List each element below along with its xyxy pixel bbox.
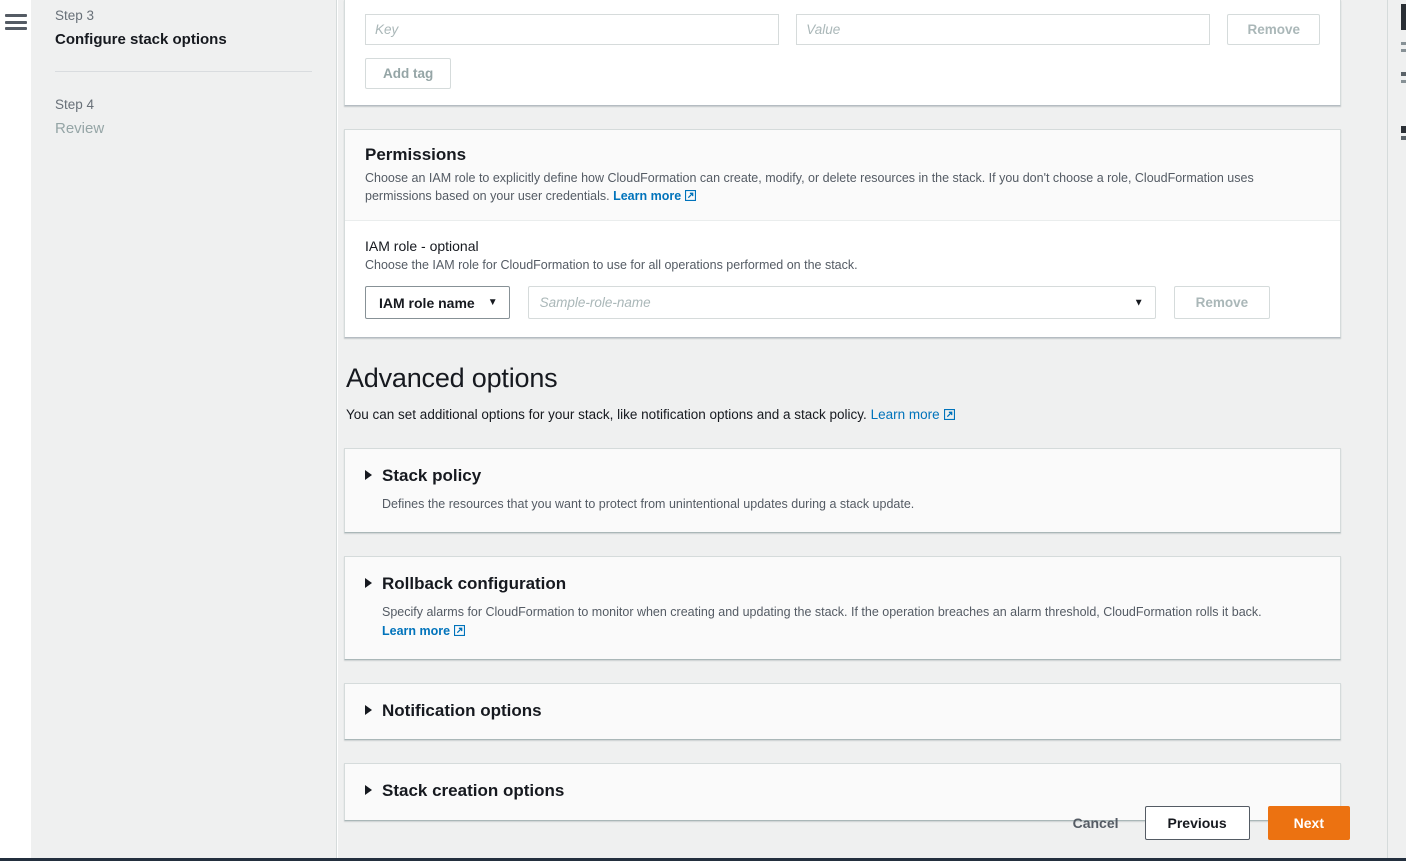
help-rail-content-fragment xyxy=(1401,42,1406,45)
help-rail-content-fragment xyxy=(1401,126,1406,133)
stack-policy-description: Defines the resources that you want to p… xyxy=(382,495,1302,514)
rollback-learn-more-link[interactable]: Learn more xyxy=(382,624,450,638)
help-rail-content-fragment xyxy=(1401,80,1406,83)
iam-role-type-select[interactable]: IAM role name ▼ xyxy=(365,286,510,319)
permissions-card: Permissions Choose an IAM role to explic… xyxy=(344,129,1341,338)
tags-card: Remove Add tag xyxy=(344,0,1341,106)
wizard-step-divider xyxy=(55,71,312,72)
stack-creation-options-toggle[interactable]: Stack creation options xyxy=(365,781,1320,801)
wizard-step-3-title: Configure stack options xyxy=(55,26,312,52)
advanced-learn-more-label: Learn more xyxy=(871,407,940,422)
permissions-body: IAM role - optional Choose the IAM role … xyxy=(345,221,1340,338)
help-rail-content-fragment xyxy=(1401,72,1406,76)
wizard-step-4-title: Review xyxy=(55,115,312,141)
add-tag-button[interactable]: Add tag xyxy=(365,58,451,89)
rollback-configuration-title: Rollback configuration xyxy=(382,574,566,594)
chevron-down-icon: ▼ xyxy=(1134,297,1144,308)
external-link-icon xyxy=(944,406,955,417)
stack-policy-section: Stack policy Defines the resources that … xyxy=(344,448,1341,533)
triangle-right-icon xyxy=(365,705,372,715)
rollback-configuration-section: Rollback configuration Specify alarms fo… xyxy=(344,556,1341,660)
chevron-down-icon: ▼ xyxy=(488,298,498,308)
rollback-configuration-description: Specify alarms for CloudFormation to mon… xyxy=(382,603,1302,641)
hamburger-bar xyxy=(5,21,27,24)
permissions-description-text: Choose an IAM role to explicitly define … xyxy=(365,171,1254,203)
iam-role-row: IAM role name ▼ Sample-role-name ▼ Remov… xyxy=(365,286,1320,319)
hamburger-menu-icon[interactable] xyxy=(5,14,27,30)
tag-value-input[interactable] xyxy=(796,14,1210,45)
iam-role-name-placeholder: Sample-role-name xyxy=(540,295,651,310)
next-button[interactable]: Next xyxy=(1268,806,1350,840)
permissions-title: Permissions xyxy=(365,144,1320,165)
help-rail-content-fragment xyxy=(1401,49,1406,52)
wizard-steps-sidebar: Step 3 Configure stack options Step 4 Re… xyxy=(31,0,337,858)
rollback-learn-more-label: Learn more xyxy=(382,624,450,638)
external-link-icon xyxy=(685,188,696,199)
previous-button[interactable]: Previous xyxy=(1145,806,1250,840)
rollback-configuration-toggle[interactable]: Rollback configuration xyxy=(365,574,1320,594)
hamburger-bar xyxy=(5,14,27,17)
permissions-learn-more-link[interactable]: Learn more xyxy=(613,189,681,203)
cloudformation-configure-stack-options-page: Step 3 Configure stack options Step 4 Re… xyxy=(0,0,1406,861)
stack-policy-title: Stack policy xyxy=(382,466,481,486)
tag-row: Remove xyxy=(365,14,1320,45)
advanced-options-subtitle-text: You can set additional options for your … xyxy=(346,407,867,422)
tag-key-input[interactable] xyxy=(365,14,779,45)
content-column: Remove Add tag Permissions Choose an IAM… xyxy=(344,0,1341,844)
notification-options-title: Notification options xyxy=(382,701,542,721)
permissions-header: Permissions Choose an IAM role to explic… xyxy=(345,130,1340,221)
notification-options-toggle[interactable]: Notification options xyxy=(365,701,1320,721)
help-panel-rail[interactable] xyxy=(1387,0,1406,858)
help-rail-content-fragment xyxy=(1401,136,1406,140)
iam-role-type-value: IAM role name xyxy=(379,295,475,311)
wizard-step-3[interactable]: Step 3 Configure stack options xyxy=(55,0,312,51)
iam-role-description: Choose the IAM role for CloudFormation t… xyxy=(365,257,1320,275)
permissions-learn-more-label: Learn more xyxy=(613,189,681,203)
wizard-step-3-label: Step 3 xyxy=(55,0,312,26)
advanced-options-heading: Advanced options xyxy=(346,362,1341,394)
triangle-right-icon xyxy=(365,578,372,588)
remove-iam-role-button[interactable]: Remove xyxy=(1174,286,1271,319)
wizard-step-4-label: Step 4 xyxy=(55,89,312,115)
triangle-right-icon xyxy=(365,470,372,480)
help-rail-content-fragment xyxy=(1401,4,1406,30)
stack-creation-options-title: Stack creation options xyxy=(382,781,564,801)
stack-policy-toggle[interactable]: Stack policy xyxy=(365,466,1320,486)
wizard-footer-actions: Cancel Previous Next xyxy=(338,806,1350,840)
notification-options-section: Notification options xyxy=(344,683,1341,740)
triangle-right-icon xyxy=(365,785,372,795)
advanced-learn-more-link[interactable]: Learn more xyxy=(871,407,940,422)
iam-role-label: IAM role - optional xyxy=(365,237,1320,255)
advanced-options-subtitle: You can set additional options for your … xyxy=(346,405,1341,425)
iam-role-name-combobox[interactable]: Sample-role-name ▼ xyxy=(528,286,1156,319)
wizard-step-4[interactable]: Step 4 Review xyxy=(55,89,312,140)
external-link-icon xyxy=(454,623,465,634)
cancel-button[interactable]: Cancel xyxy=(1065,806,1127,840)
hamburger-bar xyxy=(5,27,27,30)
remove-tag-button[interactable]: Remove xyxy=(1227,14,1320,45)
main-content-area: Remove Add tag Permissions Choose an IAM… xyxy=(338,0,1387,858)
permissions-description: Choose an IAM role to explicitly define … xyxy=(365,169,1320,205)
rollback-configuration-description-text: Specify alarms for CloudFormation to mon… xyxy=(382,605,1262,619)
